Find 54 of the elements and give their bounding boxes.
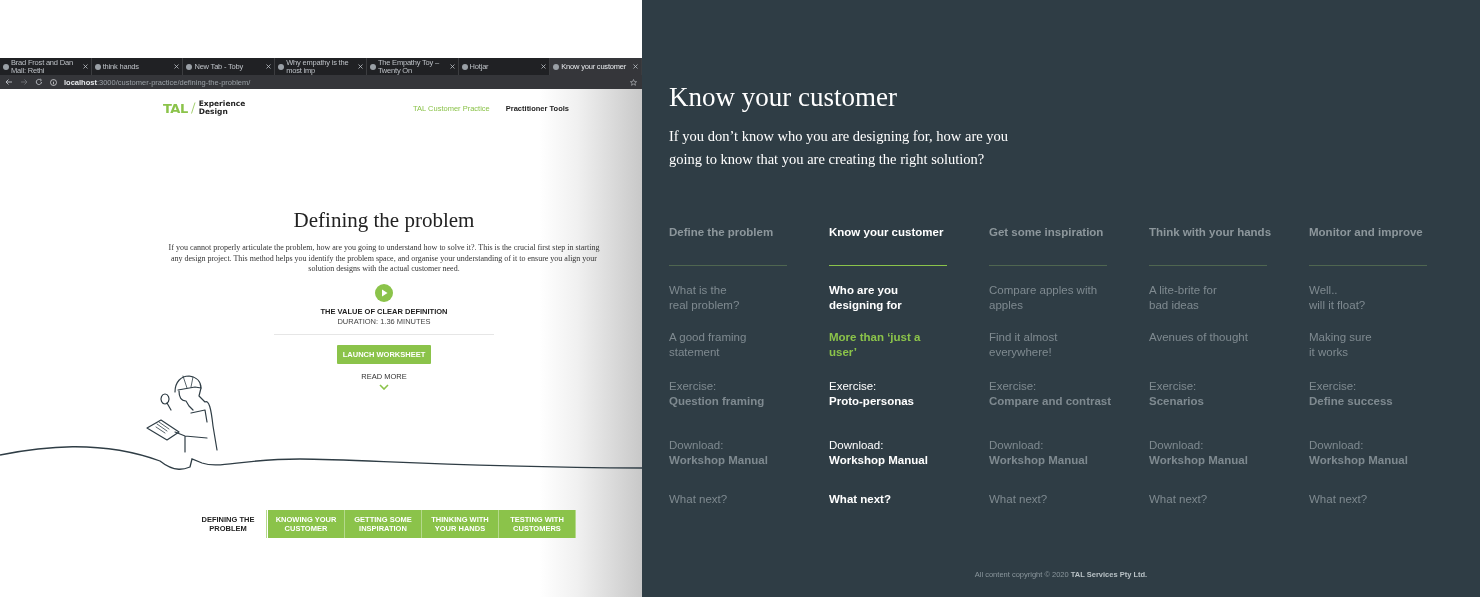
close-icon[interactable] bbox=[633, 64, 639, 69]
logo-mark[interactable]: TAL bbox=[163, 100, 188, 116]
section-link[interactable]: What next? bbox=[989, 492, 1149, 507]
close-icon[interactable] bbox=[82, 64, 88, 69]
section-link[interactable]: Well.. will it float? bbox=[1309, 283, 1469, 313]
download-link[interactable]: Download: Workshop Manual bbox=[1309, 438, 1469, 468]
site-icon bbox=[186, 63, 193, 70]
section-link[interactable]: A lite-brite for bad ideas bbox=[1149, 283, 1309, 313]
exercise-link[interactable]: Exercise: Scenarios bbox=[1149, 379, 1309, 409]
close-icon[interactable] bbox=[449, 64, 455, 69]
section-link[interactable]: More than ‘just a user’ bbox=[829, 330, 989, 360]
site-icon bbox=[461, 63, 468, 70]
section-link[interactable]: What next? bbox=[1149, 492, 1309, 507]
exercise-link[interactable]: Exercise: Question framing bbox=[669, 379, 829, 409]
column-heading[interactable]: Monitor and improve bbox=[1309, 225, 1469, 240]
close-icon[interactable] bbox=[541, 64, 547, 69]
page-title: Defining the problem bbox=[293, 208, 475, 233]
section-link[interactable]: What next? bbox=[669, 492, 829, 507]
download-link[interactable]: Download: Workshop Manual bbox=[1149, 438, 1309, 468]
close-icon[interactable] bbox=[174, 64, 180, 69]
section-link[interactable]: Find it almost everywhere! bbox=[989, 330, 1149, 360]
bookmark-star-icon[interactable] bbox=[630, 78, 637, 86]
info-icon[interactable] bbox=[50, 78, 57, 86]
close-icon[interactable] bbox=[266, 64, 272, 69]
column-heading[interactable]: Define the problem bbox=[669, 225, 829, 240]
section-link[interactable]: Who are you designing for bbox=[829, 283, 989, 313]
column-heading[interactable]: Think with your hands bbox=[1149, 225, 1309, 240]
download-link[interactable]: Download: Workshop Manual bbox=[829, 438, 989, 468]
site-icon bbox=[3, 63, 9, 70]
exercise-link[interactable]: Exercise: Compare and contrast bbox=[989, 379, 1149, 409]
back-icon[interactable] bbox=[5, 78, 13, 86]
slash-icon bbox=[190, 102, 196, 114]
site-icon bbox=[278, 63, 285, 70]
exercise-link[interactable]: Exercise: Proto-personas bbox=[829, 379, 989, 409]
section-link[interactable]: What is the real problem? bbox=[669, 283, 829, 313]
reload-icon[interactable] bbox=[35, 78, 43, 86]
section-link[interactable]: A good framing statement bbox=[669, 330, 829, 360]
site-icon bbox=[94, 63, 101, 70]
section-link[interactable]: What next? bbox=[1309, 492, 1469, 507]
intro-paragraph: If you cannot properly articulate the problem, how are you going to understand how to solve it?. This is the crucial first step in starting any design project. This method helps you identify the problem space, and organise your understanding of it to ensure you align your solution designs with the actual customer need. bbox=[167, 243, 601, 275]
section-link[interactable]: Compare apples with apples bbox=[989, 283, 1149, 313]
column-heading[interactable]: Get some inspiration bbox=[989, 225, 1149, 240]
section-link[interactable]: What next? bbox=[829, 492, 989, 507]
column-heading[interactable]: Know your customer bbox=[829, 225, 989, 240]
download-link[interactable]: Download: Workshop Manual bbox=[669, 438, 829, 468]
section-link[interactable]: Avenues of thought bbox=[1149, 330, 1309, 345]
download-link[interactable]: Download: Workshop Manual bbox=[989, 438, 1149, 468]
exercise-link[interactable]: Exercise: Define success bbox=[1309, 379, 1469, 409]
panel-subtitle: If you don’t know who you are designing for, how are you going to know that you are creating the right solution? bbox=[669, 127, 1010, 169]
close-icon[interactable] bbox=[357, 64, 363, 69]
site-icon bbox=[553, 63, 560, 70]
section-link[interactable]: Making sure it works bbox=[1309, 330, 1469, 360]
panel-title: Know your customer bbox=[669, 82, 898, 113]
site-icon bbox=[369, 63, 376, 70]
